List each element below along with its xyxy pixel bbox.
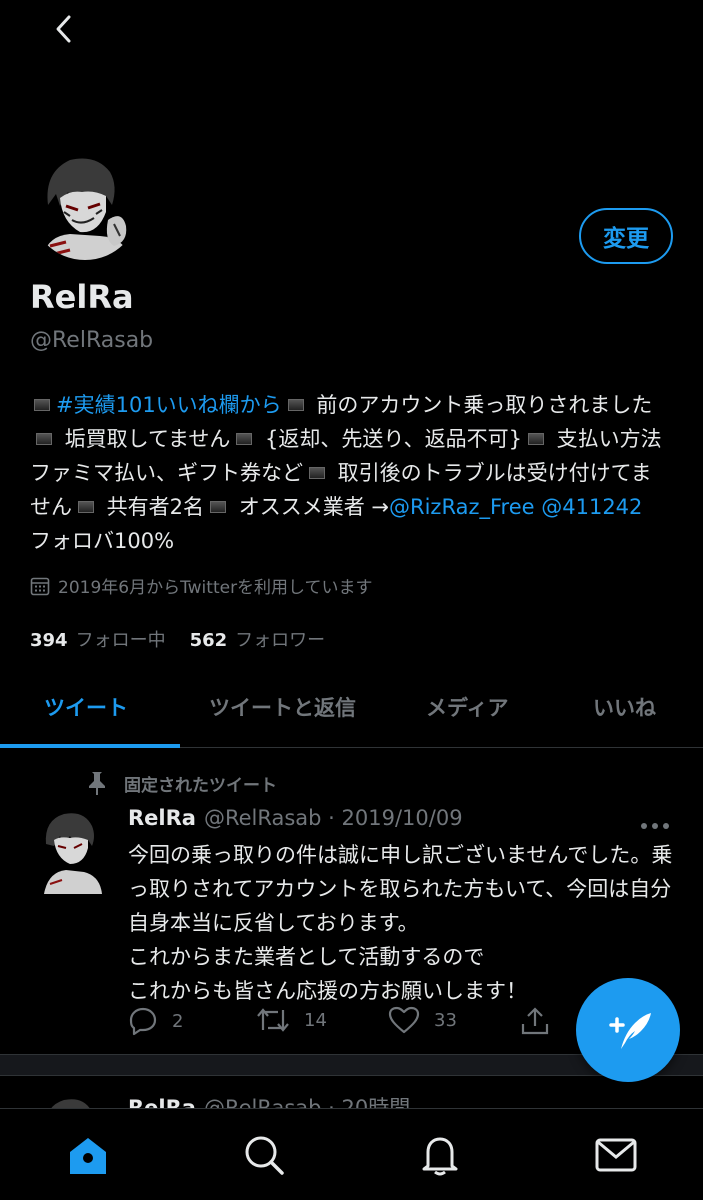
retweet-icon (257, 1008, 289, 1032)
back-button[interactable] (46, 10, 80, 48)
edit-profile-button[interactable]: 変更 (579, 208, 673, 264)
tab-media[interactable]: メディア (426, 692, 509, 722)
bio-hashtag-link[interactable]: #実績101いいね欄から (56, 393, 282, 417)
reply-count: 2 (172, 1010, 184, 1032)
pin-icon (89, 772, 105, 795)
tab-tweets[interactable]: ツイート (44, 692, 128, 722)
nav-messages[interactable] (594, 1133, 638, 1177)
square-emoji-icon (36, 432, 52, 445)
reply-button[interactable]: 2 (128, 1006, 183, 1036)
home-icon (70, 1138, 106, 1174)
bio-text: オススメ業者 → (232, 495, 389, 519)
heart-icon (388, 1006, 420, 1034)
tweet-header: RelRa @RelRasab · 2019/10/09 (128, 806, 463, 830)
more-dots-icon (641, 823, 669, 829)
retweet-button[interactable]: 14 (256, 1006, 327, 1034)
square-emoji-icon (210, 500, 227, 513)
bio-mention-link[interactable]: @411242 (541, 495, 642, 519)
profile-bio: #実績101いいね欄から 前のアカウント乗っ取りされました 垢買取してません {… (30, 388, 670, 558)
following-count[interactable]: 394 (30, 630, 68, 651)
next-tweet[interactable]: RelRa @RelRasab · 20時間 (0, 1090, 703, 1110)
square-emoji-icon (309, 466, 325, 479)
profile-handle: @RelRasab (30, 328, 154, 353)
bio-mention-link[interactable]: @RizRaz_Free (389, 495, 535, 519)
share-button[interactable] (520, 1006, 550, 1036)
tab-tweets-and-replies[interactable]: ツイートと返信 (209, 692, 356, 722)
avatar-illustration (40, 810, 104, 894)
reply-icon (129, 1007, 157, 1036)
joined-text: 2019年6月からTwitterを利用しています (58, 578, 373, 598)
following-label[interactable]: フォロー中 (76, 626, 166, 652)
square-emoji-icon (287, 398, 304, 411)
like-count: 33 (434, 1009, 457, 1031)
bottom-navigation (0, 1108, 703, 1200)
bio-text: 共有者2名 (100, 495, 205, 519)
bio-text: フォロバ100% (30, 529, 175, 553)
calendar-icon (30, 577, 50, 595)
retweet-count: 14 (304, 1009, 327, 1031)
follow-stats: 394 フォロー中 562 フォロワー (30, 626, 325, 652)
tab-likes[interactable]: いいね (593, 692, 656, 722)
tweet-author-name[interactable]: RelRa (128, 806, 196, 830)
bio-text: {返却、先送り、返品不可} (258, 427, 522, 451)
profile-avatar[interactable] (30, 150, 140, 260)
chevron-left-icon (56, 15, 71, 43)
compose-tweet-button[interactable] (576, 978, 680, 1082)
followers-label[interactable]: フォロワー (235, 626, 325, 652)
nav-home[interactable] (66, 1133, 110, 1177)
bio-text: 前のアカウント乗っ取りされました (309, 393, 653, 417)
nav-notifications[interactable] (418, 1133, 462, 1177)
tweet-handle-date: @RelRasab · 2019/10/09 (203, 806, 463, 830)
profile-display-name: RelRa (30, 278, 134, 316)
square-emoji-icon (236, 432, 253, 445)
profile-tabs: ツイート ツイートと返信 メディア いいね (0, 668, 703, 748)
pinned-label-row: 固定されたツイート (86, 770, 277, 796)
bell-icon (422, 1137, 458, 1176)
profile-screen: 変更 RelRa @RelRasab #実績101いいね欄から 前のアカウント乗… (0, 0, 703, 1200)
tweet-actions: 2 14 33 (128, 1006, 568, 1042)
tweet-avatar[interactable] (40, 810, 104, 894)
followers-count[interactable]: 562 (190, 630, 228, 651)
compose-tweet-icon (609, 1013, 651, 1049)
pinned-label: 固定されたツイート (124, 775, 277, 796)
square-emoji-icon (34, 398, 50, 411)
bio-text: 垢買取してません (58, 427, 231, 451)
nav-search[interactable] (242, 1133, 286, 1177)
avatar-illustration (30, 150, 140, 260)
mail-icon (595, 1138, 637, 1172)
joined-date: 2019年6月からTwitterを利用しています (30, 573, 373, 598)
tweet-more-button[interactable] (640, 816, 670, 835)
square-emoji-icon (78, 500, 94, 513)
like-button[interactable]: 33 (388, 1006, 457, 1034)
share-icon (521, 1007, 549, 1035)
search-icon (245, 1136, 284, 1175)
active-tab-indicator (0, 744, 180, 748)
square-emoji-icon (527, 432, 544, 445)
